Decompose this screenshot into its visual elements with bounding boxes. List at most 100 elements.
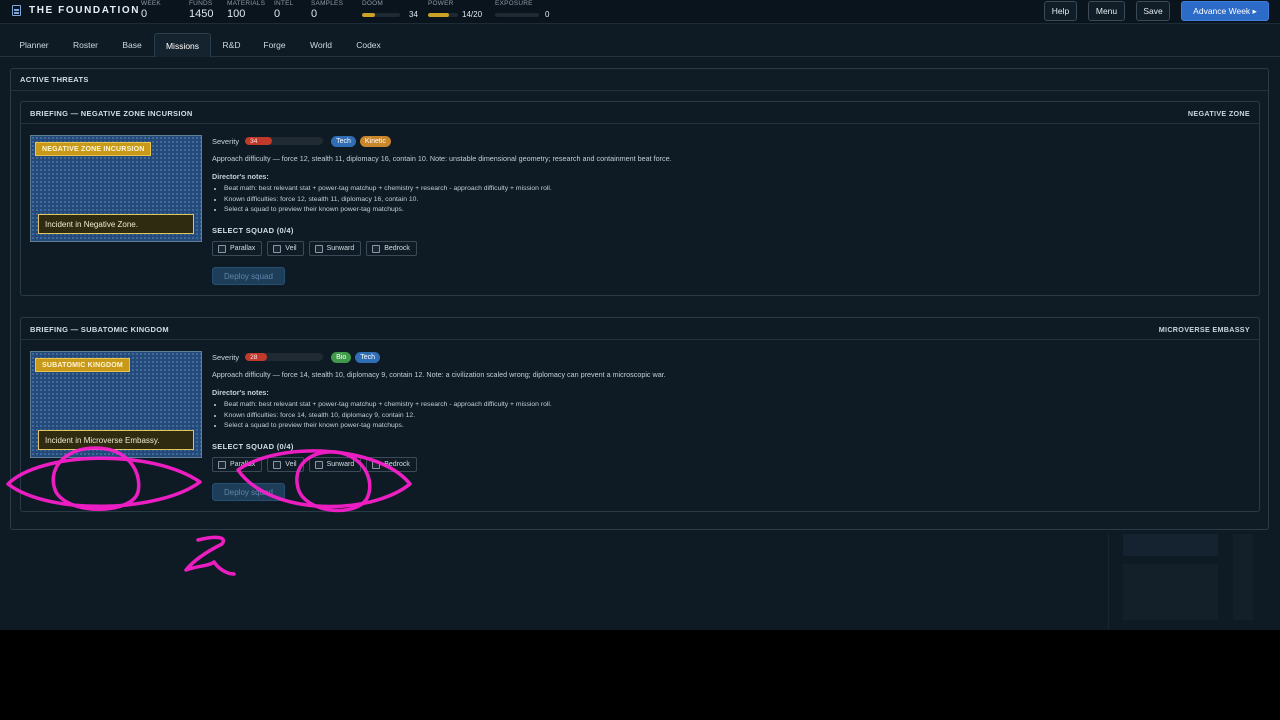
- power-meter-fill: [428, 13, 449, 17]
- squad-option-veil[interactable]: Veil: [267, 457, 304, 472]
- stat-value: 0: [141, 8, 148, 20]
- exposure-meter-label: EXPOSURE: [495, 0, 533, 8]
- app-title: THE FOUNDATION: [29, 5, 141, 16]
- notes-list: Beat math: best relevant stat + power-ta…: [224, 184, 552, 216]
- mission-badge: SUBATOMIC KINGDOM: [35, 358, 130, 372]
- mission-art: SUBATOMIC KINGDOM Incident in Microverse…: [30, 351, 202, 458]
- tab-forge[interactable]: Forge: [255, 33, 294, 57]
- save-button[interactable]: Save: [1136, 1, 1170, 21]
- checkbox[interactable]: [314, 244, 323, 253]
- tab-world[interactable]: World: [302, 33, 340, 57]
- note-item: Beat math: best relevant stat + power-ta…: [224, 400, 552, 411]
- checkbox[interactable]: [273, 460, 282, 469]
- background-widget: [1108, 534, 1268, 630]
- mission-badge: NEGATIVE ZONE INCURSION: [35, 142, 152, 156]
- power-value: 14/20: [462, 10, 483, 19]
- tab-planner[interactable]: Planner: [10, 33, 58, 57]
- squad-name: Sunward: [326, 245, 355, 252]
- power-meter-label: POWER: [428, 0, 454, 8]
- stat-week: WEEK 0: [141, 0, 161, 21]
- checkbox[interactable]: [218, 460, 226, 469]
- tab-codex[interactable]: Codex: [348, 33, 389, 57]
- squad-option-bedrock[interactable]: Bedrock: [366, 457, 417, 472]
- power-meter: [428, 13, 458, 17]
- mission-caption: Incident in Negative Zone.: [38, 214, 194, 234]
- mission-card: BRIEFING — SUBATOMIC KINGDOM MICROVERSE …: [20, 317, 1260, 512]
- power-tag: Bio: [331, 351, 352, 363]
- panel-title: ACTIVE THREATS: [20, 75, 89, 84]
- squad-option-parallax[interactable]: Parallax: [212, 241, 263, 256]
- stat-label: FUNDS: [189, 0, 213, 7]
- severity-fill: [245, 137, 272, 145]
- doom-meter: [362, 13, 400, 17]
- tab-missions[interactable]: Missions: [154, 33, 211, 57]
- mission-caption: Incident in Microverse Embassy.: [38, 430, 194, 450]
- notes-heading: Director's notes:: [212, 172, 269, 181]
- notes-list: Beat math: best relevant stat + power-ta…: [224, 400, 552, 432]
- stat-label: SAMPLES: [311, 0, 344, 7]
- book-icon: [12, 5, 21, 16]
- power-tag: Kinetic: [359, 135, 391, 147]
- stat-label: MATERIALS: [227, 0, 266, 7]
- note-item: Beat math: best relevant stat + power-ta…: [224, 184, 552, 195]
- notes-heading: Director's notes:: [212, 388, 269, 397]
- menu-button[interactable]: Menu: [1088, 1, 1125, 21]
- squad-name: Bedrock: [384, 461, 410, 468]
- tab-rnd[interactable]: R&D: [215, 33, 248, 57]
- stat-intel: INTEL 0: [274, 0, 293, 21]
- stat-samples: SAMPLES 0: [311, 0, 343, 21]
- mission-title: BRIEFING — SUBATOMIC KINGDOM: [30, 325, 169, 334]
- tab-base[interactable]: Base: [114, 33, 150, 57]
- note-item: Known difficulties: force 12, stealth 11…: [224, 195, 552, 206]
- severity-bar: 28: [245, 353, 324, 361]
- approach-text: Approach difficulty — force 12, stealth …: [212, 154, 672, 163]
- card-header: BRIEFING — SUBATOMIC KINGDOM MICROVERSE …: [21, 318, 1259, 340]
- meter-label: POWER: [428, 0, 454, 7]
- severity-value: 28: [250, 354, 258, 361]
- deploy-squad-button[interactable]: Deploy squad: [212, 483, 285, 501]
- doom-value: 34: [409, 10, 418, 19]
- squad-name: Parallax: [230, 245, 256, 252]
- squad-options: Parallax Veil Sunward Bedrock: [212, 241, 417, 256]
- stat-label: INTEL: [274, 0, 294, 7]
- squad-option-sunward[interactable]: Sunward: [308, 241, 362, 256]
- help-button[interactable]: Help: [1044, 1, 1077, 21]
- stat-value: 1450: [189, 8, 214, 20]
- deploy-squad-button[interactable]: Deploy squad: [212, 267, 285, 285]
- squad-option-bedrock[interactable]: Bedrock: [366, 241, 417, 256]
- mission-location: MICROVERSE EMBASSY: [1158, 325, 1250, 334]
- mission-art: NEGATIVE ZONE INCURSION Incident in Nega…: [30, 135, 202, 242]
- squad-option-parallax[interactable]: Parallax: [212, 457, 263, 472]
- squad-heading: SELECT SQUAD (0/4): [212, 226, 294, 235]
- doom-meter-fill: [362, 13, 375, 17]
- squad-name: Veil: [285, 461, 297, 468]
- meter-label: DOOM: [362, 0, 384, 7]
- severity-label: Severity: [212, 136, 240, 146]
- mission-location: NEGATIVE ZONE: [1187, 109, 1250, 118]
- tab-roster[interactable]: Roster: [63, 33, 108, 57]
- stat-funds: FUNDS 1450: [189, 0, 213, 21]
- doom-meter-label: DOOM: [362, 0, 383, 8]
- severity-row: Severity 34 Tech Kinetic: [212, 135, 395, 147]
- mission-title: BRIEFING — NEGATIVE ZONE INCURSION: [30, 109, 193, 118]
- squad-name: Veil: [285, 245, 297, 252]
- squad-options: Parallax Veil Sunward Bedrock: [212, 457, 417, 472]
- squad-name: Bedrock: [384, 245, 410, 252]
- checkbox[interactable]: [273, 244, 282, 253]
- stat-label: WEEK: [141, 0, 161, 7]
- checkbox[interactable]: [314, 460, 323, 469]
- stat-value: 0: [311, 8, 318, 20]
- advance-week-button[interactable]: Advance Week ▸: [1181, 1, 1269, 21]
- checkbox[interactable]: [218, 244, 226, 253]
- top-bar: THE FOUNDATION WEEK 0 FUNDS 1450 MATERIA…: [0, 0, 1280, 24]
- stat-value: 100: [227, 8, 246, 20]
- severity-bar: 34: [245, 137, 324, 145]
- note-item: Select a squad to preview their known po…: [224, 421, 552, 432]
- squad-option-sunward[interactable]: Sunward: [308, 457, 362, 472]
- squad-option-veil[interactable]: Veil: [267, 241, 304, 256]
- power-tag: Tech: [331, 135, 356, 147]
- severity-row: Severity 28 Bio Tech: [212, 351, 384, 363]
- checkbox[interactable]: [372, 244, 381, 253]
- checkbox[interactable]: [372, 460, 381, 469]
- approach-text: Approach difficulty — force 14, stealth …: [212, 370, 666, 379]
